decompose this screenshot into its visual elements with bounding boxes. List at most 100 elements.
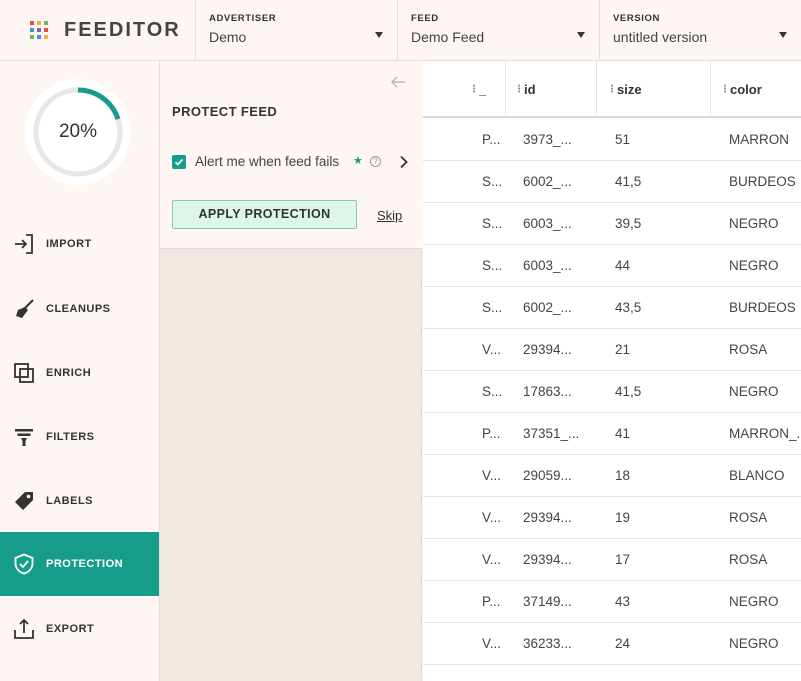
table-cell-size: 17 (615, 552, 631, 567)
caret-down-icon (577, 32, 585, 38)
table-row[interactable]: P... 3973_... 51 MARRON (423, 119, 801, 161)
table-cell-underscore: S... (482, 216, 503, 231)
table-cell-underscore: V... (482, 636, 502, 651)
logo-grid-icon (30, 21, 48, 39)
table-cell-color: NEGRO (729, 258, 779, 273)
help-icon[interactable]: ? (370, 156, 381, 167)
sidebar: 20% IMPORT CLEANUPS ENRICH FILTERS LABEL… (0, 61, 160, 681)
sidebar-item-label: EXPORT (46, 623, 95, 635)
table-cell-color: MARRON_... (729, 426, 801, 441)
table-cell-color: BURDEOS (729, 174, 796, 189)
feed-label: FEED (411, 13, 439, 24)
table-cell-underscore: V... (482, 342, 502, 357)
column-header-id[interactable]: ⋮ id (506, 61, 597, 118)
table-cell-color: ROSA (729, 510, 768, 525)
table-cell-size: 44 (615, 258, 631, 273)
alert-checkbox[interactable] (172, 155, 186, 169)
drag-handle-icon[interactable]: ⋮ (720, 84, 730, 94)
table-cell-color: NEGRO (729, 594, 779, 609)
version-label: VERSION (613, 13, 660, 24)
table-row[interactable]: V... 29394... 17 ROSA (423, 539, 801, 581)
table-cell-id: 37351_... (523, 426, 580, 441)
chevron-right-icon[interactable] (398, 155, 410, 169)
advertiser-label: ADVERTISER (209, 13, 277, 24)
table-row[interactable]: S... 6002_... 43,5 BURDEOS (423, 287, 801, 329)
progress-text: 20% (58, 121, 98, 142)
advertiser-value: Demo (209, 29, 247, 45)
table-row[interactable]: P... 37351_... 41 MARRON_... (423, 413, 801, 455)
skip-link[interactable]: Skip (377, 208, 402, 223)
column-header-underscore[interactable]: ⋮ _ (423, 61, 506, 118)
feed-select[interactable]: FEED Demo Feed (398, 0, 600, 60)
table-cell-id: 6002_... (523, 300, 572, 315)
table-cell-size: 43 (615, 594, 631, 609)
column-header-label: id (524, 82, 536, 97)
table-cell-underscore: S... (482, 174, 503, 189)
table-row[interactable]: V... 29394... 19 ROSA (423, 497, 801, 539)
star-icon: ★ (353, 155, 363, 167)
broom-icon (12, 297, 36, 321)
table-cell-size: 39,5 (615, 216, 642, 231)
table-row[interactable]: P... 37149... 43 NEGRO (423, 581, 801, 623)
logo-text: FEEDITOR (64, 18, 181, 41)
top-bar: FEEDITOR ADVERTISER Demo FEED Demo Feed … (0, 0, 801, 61)
advertiser-select[interactable]: ADVERTISER Demo (196, 0, 398, 60)
protect-panel: PROTECT FEED Alert me when feed fails ★ … (160, 61, 422, 681)
table-cell-underscore: V... (482, 468, 502, 483)
alert-label[interactable]: Alert me when feed fails (195, 154, 339, 169)
drag-handle-icon[interactable]: ⋮ (469, 84, 479, 94)
sidebar-item-enrich[interactable]: ENRICH (0, 341, 159, 405)
version-value: untitled version (613, 29, 708, 45)
table-cell-size: 41 (615, 426, 631, 441)
export-icon (12, 617, 36, 641)
drag-handle-icon[interactable]: ⋮ (607, 84, 617, 94)
sidebar-item-protection[interactable]: PROTECTION (0, 532, 159, 596)
table-row[interactable]: S... 6003_... 44 NEGRO (423, 245, 801, 287)
table-cell-underscore: P... (482, 132, 501, 147)
table-row[interactable]: S... 6002_... 41,5 BURDEOS (423, 161, 801, 203)
table-cell-color: ROSA (729, 552, 768, 567)
table-row[interactable]: S... 6003_... 39,5 NEGRO (423, 203, 801, 245)
table-row[interactable]: V... 36233... 24 NEGRO (423, 623, 801, 665)
caret-down-icon (375, 32, 383, 38)
table-cell-underscore: S... (482, 300, 503, 315)
table-cell-size: 24 (615, 636, 631, 651)
sidebar-item-cleanups[interactable]: CLEANUPS (0, 277, 159, 341)
table-row[interactable]: V... 29059... 18 BLANCO (423, 455, 801, 497)
column-header-label: color (730, 82, 762, 97)
column-header-color[interactable]: ⋮ color (711, 61, 801, 118)
table-cell-size: 41,5 (615, 174, 642, 189)
logo[interactable]: FEEDITOR (0, 0, 196, 60)
table-cell-underscore: S... (482, 384, 503, 399)
table-cell-color: NEGRO (729, 636, 779, 651)
sidebar-item-label: IMPORT (46, 238, 92, 250)
sidebar-item-export[interactable]: EXPORT (0, 597, 159, 661)
table-cell-size: 18 (615, 468, 631, 483)
table-cell-id: 29394... (523, 552, 572, 567)
sidebar-item-import[interactable]: IMPORT (0, 212, 159, 276)
sidebar-item-filters[interactable]: FILTERS (0, 405, 159, 469)
feed-table: ⋮ _ ⋮ id ⋮ size ⋮ color P... 3973_... 51 MA… (423, 61, 801, 681)
table-cell-id: 6003_... (523, 216, 572, 231)
table-cell-id: 29059... (523, 468, 572, 483)
sidebar-item-label: FILTERS (46, 431, 95, 443)
feed-value: Demo Feed (411, 29, 485, 45)
drag-handle-icon[interactable]: ⋮ (514, 84, 524, 94)
table-cell-size: 21 (615, 342, 631, 357)
progress-ring: 20% (23, 77, 133, 187)
column-header-size[interactable]: ⋮ size (597, 61, 711, 118)
table-cell-id: 37149... (523, 594, 572, 609)
table-cell-color: ROSA (729, 342, 768, 357)
arrow-left-icon[interactable] (390, 75, 406, 89)
table-row[interactable]: V... 29394... 21 ROSA (423, 329, 801, 371)
table-header: ⋮ _ ⋮ id ⋮ size ⋮ color (423, 61, 801, 118)
column-header-label: size (617, 82, 642, 97)
sidebar-item-label: ENRICH (46, 367, 92, 379)
table-row[interactable]: S... 17863... 41,5 NEGRO (423, 371, 801, 413)
sidebar-item-labels[interactable]: LABELS (0, 469, 159, 533)
table-cell-size: 41,5 (615, 384, 642, 399)
version-select[interactable]: VERSION untitled version (600, 0, 801, 60)
table-cell-id: 29394... (523, 342, 572, 357)
table-cell-underscore: P... (482, 426, 501, 441)
apply-protection-button[interactable]: APPLY PROTECTION (172, 200, 357, 229)
